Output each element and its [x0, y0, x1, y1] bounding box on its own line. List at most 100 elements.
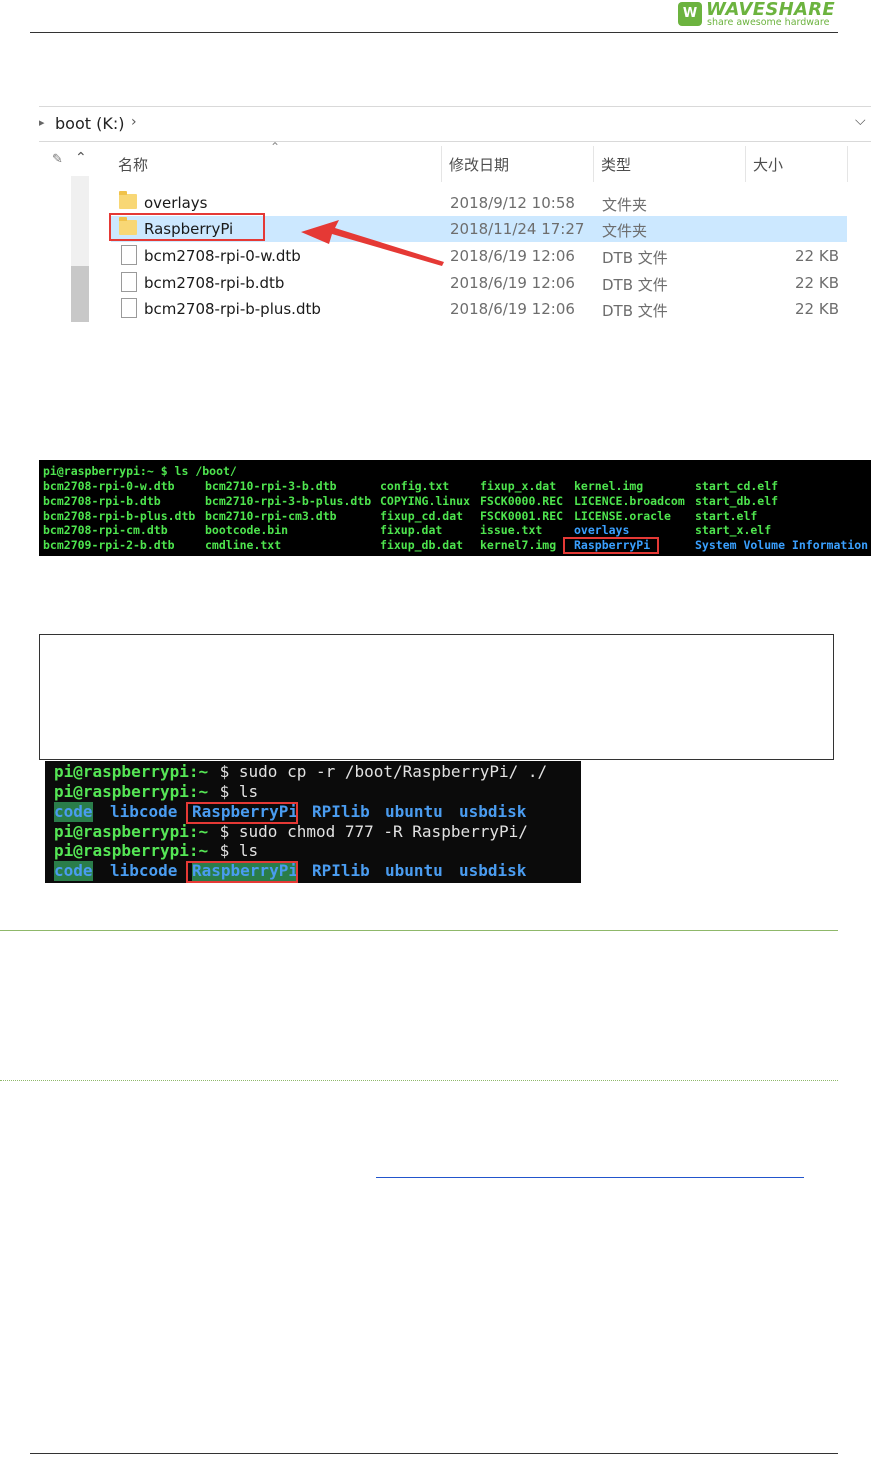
- chevron-down-icon[interactable]: ⌵: [855, 113, 866, 129]
- terminal-entry: bcm2710-rpi-3-b.dtb: [205, 479, 337, 493]
- terminal-entry: start.elf: [695, 509, 758, 523]
- column-divider[interactable]: [847, 146, 848, 182]
- terminal-prompt: pi@raspberrypi:~: [54, 822, 209, 841]
- file-type: DTB 文件: [602, 302, 668, 320]
- address-path[interactable]: boot (K:): [55, 114, 124, 133]
- terminal-entry: code: [54, 861, 93, 881]
- address-expand-icon[interactable]: ▸: [39, 116, 45, 129]
- pin-icon[interactable]: ✎: [52, 152, 63, 167]
- terminal-entry: overlays: [574, 523, 630, 537]
- scroll-up-icon[interactable]: ⌃: [75, 150, 87, 166]
- file-name: overlays: [144, 194, 208, 212]
- file-modified: 2018/11/24 17:27: [450, 220, 585, 238]
- pointer-arrow-icon: [301, 220, 444, 266]
- header-divider: [30, 32, 838, 33]
- link-underline[interactable]: [376, 1177, 804, 1178]
- terminal-entry: ubuntu: [385, 861, 443, 880]
- terminal-entry: LICENSE.oracle: [574, 509, 671, 523]
- terminal-entry: usbdisk: [459, 802, 527, 821]
- terminal-entry: bcm2708-rpi-b-plus.dtb: [43, 509, 196, 523]
- sort-caret-icon: ⌃: [270, 140, 281, 154]
- file-modified: 2018/6/19 12:06: [450, 247, 575, 265]
- highlight-box: [186, 861, 298, 883]
- column-divider[interactable]: [745, 146, 746, 182]
- terminal-ls-boot: pi@raspberrypi:~ $ ls /boot/ bcm2708-rpi…: [39, 460, 871, 556]
- terminal-entry: kernel7.img: [480, 538, 557, 552]
- terminal-entry: bcm2710-rpi-3-b-plus.dtb: [205, 494, 372, 508]
- file-icon: [121, 272, 137, 292]
- terminal-prompt: pi@raspberrypi:~ $ ls /boot/: [43, 464, 237, 478]
- scrollbar-thumb[interactable]: [71, 266, 89, 322]
- footer-divider: [30, 1453, 838, 1454]
- terminal-entry: RPIlib: [312, 802, 370, 821]
- terminal-entry: usbdisk: [459, 861, 527, 880]
- highlight-box: [563, 537, 659, 554]
- file-row[interactable]: bcm2708-rpi-b.dtb 2018/6/19 12:06 DTB 文件…: [111, 270, 847, 296]
- terminal-entry: start_db.elf: [695, 494, 779, 508]
- file-row[interactable]: bcm2708-rpi-b-plus.dtb 2018/6/19 12:06 D…: [111, 296, 847, 322]
- terminal-entry: config.txt: [380, 479, 450, 493]
- terminal-entry: ubuntu: [385, 802, 443, 821]
- terminal-entry: COPYING.linux: [380, 494, 471, 508]
- file-modified: 2018/9/12 10:58: [450, 194, 575, 212]
- terminal-entry: start_cd.elf: [695, 479, 779, 493]
- terminal-entry: fixup.dat: [380, 523, 443, 537]
- navigation-pane: ✎ ⌃: [39, 146, 109, 322]
- column-header-name[interactable]: 名称: [118, 154, 148, 175]
- terminal-command: $ sudo chmod 777 -R RaspberryPi/: [210, 822, 528, 841]
- column-divider[interactable]: [593, 146, 594, 182]
- terminal-entry: start_x.elf: [695, 523, 772, 537]
- terminal-entry: bootcode.bin: [205, 523, 289, 537]
- column-header-size[interactable]: 大小: [753, 154, 783, 175]
- highlight-box: [186, 802, 298, 824]
- file-type: 文件夹: [602, 196, 648, 214]
- terminal-entry: kernel.img: [574, 479, 644, 493]
- note-box: [39, 634, 834, 760]
- logo-tagline: share awesome hardware: [707, 17, 830, 28]
- terminal-entry: fixup_db.dat: [380, 538, 464, 552]
- file-modified: 2018/6/19 12:06: [450, 300, 575, 318]
- terminal-entry: libcode: [110, 802, 178, 821]
- logo-badge-letter: W: [682, 6, 698, 21]
- file-icon: [121, 298, 137, 318]
- file-type: DTB 文件: [602, 249, 668, 267]
- terminal-entry: code: [54, 802, 93, 822]
- terminal-entry: fixup_x.dat: [480, 479, 557, 493]
- folder-icon: [119, 191, 137, 209]
- terminal-entry: FSCK0001.REC: [480, 509, 564, 523]
- terminal-command: $ sudo cp -r /boot/RaspberryPi/ ./: [210, 762, 548, 781]
- terminal-prompt: pi@raspberrypi:~: [54, 782, 209, 801]
- highlight-box: [109, 213, 265, 241]
- file-name: bcm2708-rpi-b.dtb: [144, 274, 285, 292]
- terminal-command: $ ls: [210, 782, 259, 801]
- file-size: 22 KB: [795, 274, 839, 292]
- terminal-entry: FSCK0000.REC: [480, 494, 564, 508]
- terminal-entry: bcm2708-rpi-b.dtb: [43, 494, 161, 508]
- file-type: DTB 文件: [602, 276, 668, 294]
- column-header-modified[interactable]: 修改日期: [449, 154, 509, 175]
- address-bar[interactable]: ▸ boot (K:) › ⌵: [39, 106, 871, 142]
- section-divider-dotted: [0, 1080, 838, 1081]
- file-icon: [121, 245, 137, 265]
- terminal-entry: fixup_cd.dat: [380, 509, 464, 523]
- terminal-copy-chmod: pi@raspberrypi:~ $ sudo cp -r /boot/Rasp…: [45, 761, 581, 883]
- file-name: bcm2708-rpi-0-w.dtb: [144, 247, 301, 265]
- terminal-entry: RPIlib: [312, 861, 370, 880]
- column-divider[interactable]: [441, 146, 442, 182]
- waveshare-logo: W WAVESHARE share awesome hardware: [678, 0, 838, 30]
- file-size: 22 KB: [795, 300, 839, 318]
- terminal-command: $ ls: [210, 841, 259, 860]
- terminal-entry: bcm2708-rpi-cm.dtb: [43, 523, 168, 537]
- address-chevron-icon[interactable]: ›: [131, 114, 137, 130]
- file-size: 22 KB: [795, 247, 839, 265]
- file-name: bcm2708-rpi-b-plus.dtb: [144, 300, 321, 318]
- section-divider: [0, 930, 838, 931]
- file-row[interactable]: bcm2708-rpi-0-w.dtb 2018/6/19 12:06 DTB …: [111, 243, 847, 269]
- terminal-entry: System Volume Information: [695, 538, 869, 552]
- terminal-entry: issue.txt: [480, 523, 543, 537]
- file-explorer-window: ▸ boot (K:) › ⌵ ✎ ⌃ ⌃ 名称 修改日期 类型 大小 over…: [39, 106, 871, 322]
- terminal-entry: cmdline.txt: [205, 538, 282, 552]
- column-header-type[interactable]: 类型: [601, 154, 631, 175]
- terminal-prompt: pi@raspberrypi:~: [54, 841, 209, 860]
- terminal-prompt: pi@raspberrypi:~: [54, 762, 209, 781]
